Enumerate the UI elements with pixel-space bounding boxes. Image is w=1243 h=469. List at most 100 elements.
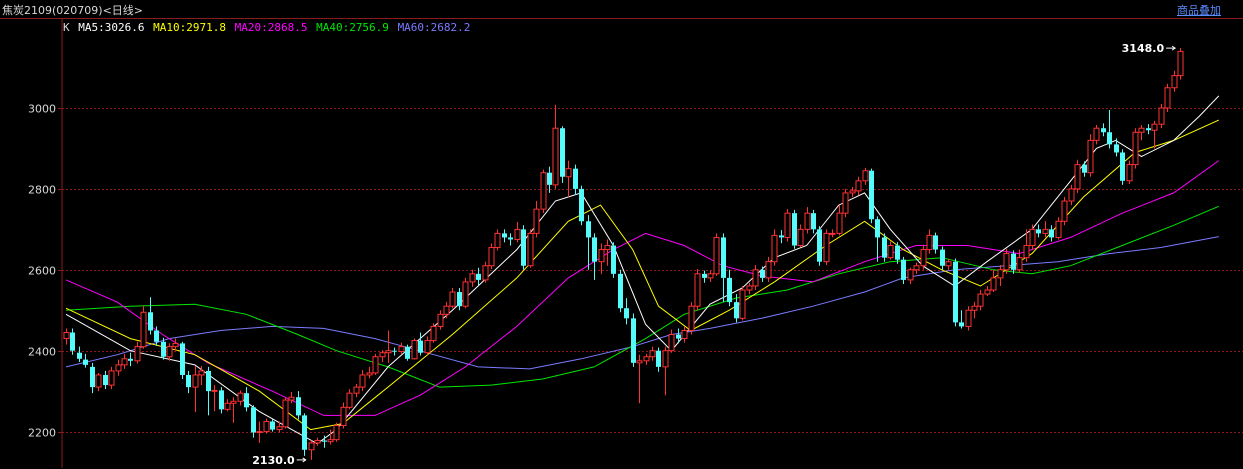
candle-body — [405, 346, 410, 359]
candle-down — [521, 225, 526, 270]
candle-body — [540, 172, 547, 210]
candle-body — [971, 305, 978, 311]
candle-up — [346, 389, 353, 410]
candle-body — [792, 213, 797, 246]
candle-up — [855, 176, 862, 195]
candle-body — [1177, 50, 1184, 77]
candle-up — [984, 285, 991, 297]
candle-up — [681, 326, 688, 343]
candle-down — [792, 209, 797, 249]
candle-body — [482, 265, 489, 281]
candle-up — [565, 160, 572, 197]
candle-body — [598, 249, 605, 263]
candle-body — [527, 232, 534, 267]
candle-body — [411, 340, 418, 360]
candle-up — [977, 290, 984, 311]
candle-body — [1061, 200, 1068, 222]
candle-up — [829, 229, 836, 238]
candle-body — [1023, 245, 1030, 259]
candle-down — [186, 370, 191, 394]
candle-down — [573, 164, 578, 195]
ma60-line — [65, 236, 1219, 370]
candle-body — [134, 346, 141, 362]
candle-body — [1029, 228, 1036, 247]
candle-up — [230, 397, 237, 423]
candle-down — [579, 185, 584, 226]
candle-up — [920, 244, 927, 270]
candle-up — [739, 285, 746, 321]
candle-body — [823, 232, 830, 263]
candle-body — [1003, 253, 1010, 271]
candle-up — [694, 268, 701, 311]
grid-layer — [62, 108, 1243, 433]
candle-body — [573, 168, 578, 189]
candle-body — [804, 212, 811, 230]
candle-up — [823, 229, 830, 265]
candle-body — [198, 370, 205, 376]
candle-body — [128, 358, 133, 361]
candle-up — [1151, 120, 1158, 149]
candle-up — [965, 306, 972, 331]
candle-body — [940, 249, 945, 266]
candle-up — [372, 353, 379, 375]
candle-body — [430, 325, 437, 342]
candle-down — [901, 256, 906, 284]
candle-body — [1164, 87, 1171, 109]
candle-body — [907, 269, 914, 281]
candle-down — [508, 233, 513, 246]
candle-up — [211, 385, 218, 412]
candle-up — [1087, 134, 1094, 177]
candle-down — [270, 419, 275, 432]
candle-body — [172, 342, 179, 348]
candle-body — [457, 292, 462, 307]
candle-up — [836, 205, 843, 236]
candle-up — [636, 354, 643, 404]
candle-body — [1171, 75, 1178, 89]
candle-body — [263, 420, 270, 433]
candle-down — [547, 166, 552, 193]
candle-body — [443, 305, 450, 315]
candle-up — [237, 390, 244, 406]
candle-up — [1003, 248, 1010, 274]
candle-body — [63, 331, 70, 340]
candle-up — [443, 302, 450, 319]
candle-up — [1029, 224, 1036, 250]
candle-down — [103, 370, 108, 390]
candle-body — [547, 172, 552, 185]
candle-up — [449, 287, 456, 309]
candle-body — [140, 311, 147, 348]
candle-body — [1132, 131, 1139, 166]
candle-body — [933, 235, 938, 250]
candle-up — [1164, 83, 1171, 113]
candle-down — [128, 352, 133, 367]
candle-body — [308, 442, 315, 451]
candle-body — [836, 212, 843, 234]
candle-body — [887, 245, 894, 259]
candle-up — [172, 338, 179, 351]
candle-body — [340, 406, 347, 427]
candle-body — [1138, 127, 1145, 133]
candlestick-chart[interactable]: 2200 2400 2600 2800 3000 3148.0 2130.0 — [0, 0, 1243, 469]
candle-up — [746, 282, 753, 295]
candle-up — [115, 359, 122, 376]
candle-up — [997, 264, 1004, 286]
candle-body — [379, 352, 386, 358]
candle-up — [314, 437, 321, 446]
candle-up — [327, 429, 334, 445]
candle-down — [882, 233, 887, 262]
candle-down — [418, 332, 423, 356]
candle-down — [676, 328, 681, 344]
candle-body — [592, 237, 597, 262]
candle-body — [765, 261, 772, 279]
candle-up — [643, 353, 650, 365]
candle-up — [340, 402, 347, 429]
candle-body — [346, 392, 353, 408]
candle-body — [521, 229, 526, 266]
candle-body — [161, 341, 166, 357]
candle-body — [296, 397, 301, 416]
candle-body — [829, 232, 836, 235]
candle-up — [804, 207, 811, 234]
candle-body — [771, 234, 778, 263]
candle-body — [707, 273, 714, 279]
candle-down — [180, 341, 185, 380]
